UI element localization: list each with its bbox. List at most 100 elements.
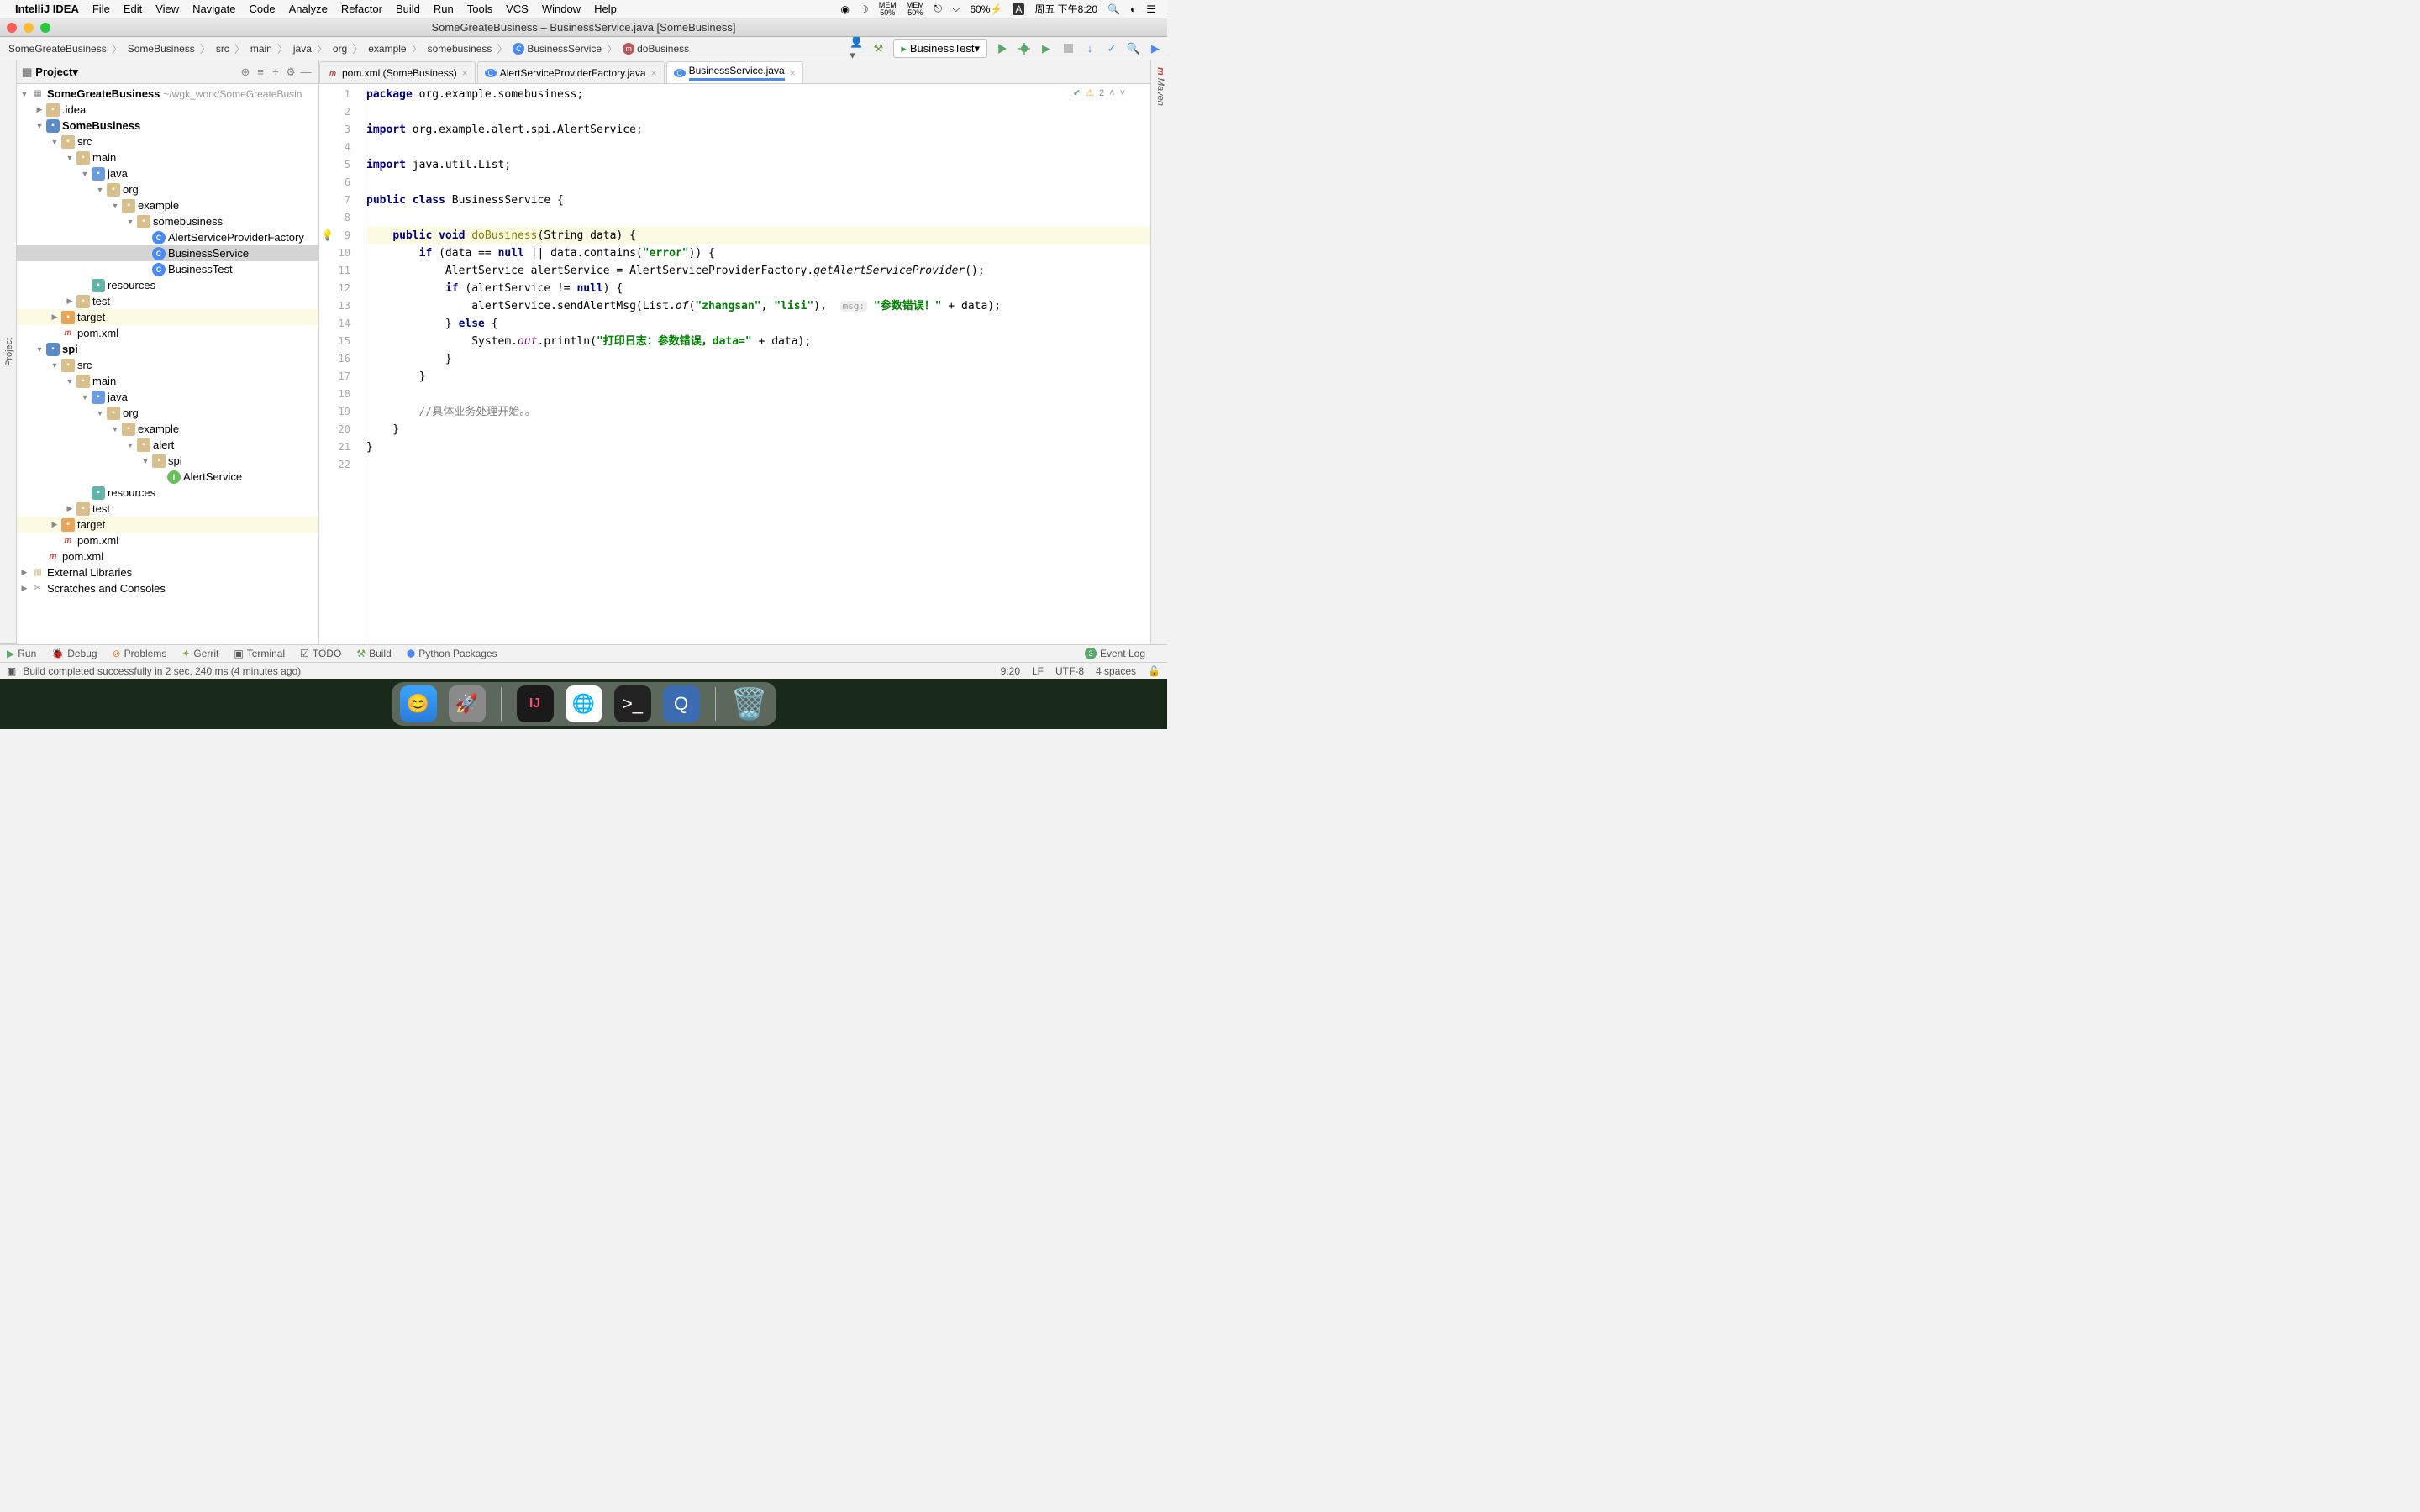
maven-tool-tab[interactable]: m Maven	[1151, 60, 1167, 113]
bluetooth-icon[interactable]: ⎋	[934, 3, 943, 15]
code-editor[interactable]: package org.example.somebusiness; import…	[366, 84, 1150, 644]
terminal-tool-tab[interactable]: ▣Terminal	[234, 648, 285, 659]
crumb-example[interactable]: example	[365, 43, 409, 55]
crumb-root[interactable]: SomeGreateBusiness	[5, 43, 110, 55]
coverage-button[interactable]: ▶	[1039, 42, 1053, 55]
menu-run[interactable]: Run	[434, 3, 454, 15]
tree-root-pom[interactable]: mpom.xml	[17, 549, 318, 564]
mem-indicator-1[interactable]: MEM50%	[879, 2, 897, 17]
intention-bulb-icon[interactable]: 💡	[321, 227, 334, 244]
caret-position[interactable]: 9:20	[1001, 665, 1020, 677]
tree-spi-target[interactable]: ▪target	[17, 517, 318, 533]
crumb-java[interactable]: java	[290, 43, 315, 55]
record-icon[interactable]: ◉	[840, 3, 849, 15]
hide-panel-icon[interactable]: —	[298, 66, 313, 78]
project-panel-title[interactable]: Project ▾	[22, 66, 238, 79]
tree-java[interactable]: ▪java	[17, 165, 318, 181]
editor-gutter[interactable]: 1234 5678 9💡 10111213 14151617 18192021 …	[319, 84, 366, 644]
problems-tool-tab[interactable]: ⊘Problems	[113, 648, 167, 659]
run-tool-tab[interactable]: ▶Run	[7, 648, 36, 659]
close-tab-icon[interactable]: ×	[790, 67, 796, 79]
line-separator[interactable]: LF	[1032, 665, 1044, 677]
tree-external-libraries[interactable]: External Libraries	[17, 564, 318, 580]
tree-idea[interactable]: ▪.idea	[17, 102, 318, 118]
menu-edit[interactable]: Edit	[124, 3, 142, 15]
dock-chrome[interactable]: 🌐	[566, 685, 602, 722]
dock-launchpad[interactable]: 🚀	[449, 685, 486, 722]
gerrit-tool-tab[interactable]: ✦Gerrit	[182, 648, 218, 659]
search-everywhere-icon[interactable]: 🔍	[1127, 42, 1140, 55]
project-tool-tab[interactable]: Project	[3, 60, 16, 644]
dnd-icon[interactable]: ☽	[860, 3, 869, 15]
project-tree[interactable]: SomeGreateBusiness~/wgk_work/SomeGreateB…	[17, 84, 318, 644]
menu-window[interactable]: Window	[542, 3, 581, 15]
tree-pom[interactable]: mpom.xml	[17, 325, 318, 341]
tree-spi-resources[interactable]: ▪resources	[17, 485, 318, 501]
menu-file[interactable]: File	[92, 3, 110, 15]
siri-icon[interactable]: ◐	[1130, 3, 1136, 15]
dock-terminal[interactable]: >_	[614, 685, 651, 722]
readonly-lock-icon[interactable]: 🔓	[1148, 665, 1160, 677]
tree-somebusiness-pkg[interactable]: ▪somebusiness	[17, 213, 318, 229]
editor-inspection-status[interactable]: ✔ ⚠ 2 ˄ ˅	[1073, 87, 1125, 98]
tree-org[interactable]: ▪org	[17, 181, 318, 197]
tree-root[interactable]: SomeGreateBusiness~/wgk_work/SomeGreateB…	[17, 86, 318, 102]
collapse-all-icon[interactable]: ÷	[268, 66, 283, 78]
event-log-tab[interactable]: 3Event Log	[1085, 648, 1145, 659]
crumb-module[interactable]: SomeBusiness	[124, 43, 198, 55]
tree-spi-pkg[interactable]: ▪spi	[17, 453, 318, 469]
tab-pom[interactable]: mpom.xml (SomeBusiness)×	[319, 61, 476, 83]
wifi-icon[interactable]: ⌵	[952, 3, 960, 15]
indent-setting[interactable]: 4 spaces	[1096, 665, 1136, 677]
menu-navigate[interactable]: Navigate	[192, 3, 235, 15]
stop-button[interactable]	[1061, 42, 1075, 55]
file-encoding[interactable]: UTF-8	[1055, 665, 1084, 677]
tree-src[interactable]: ▪src	[17, 134, 318, 150]
tree-spi-main[interactable]: ▪main	[17, 373, 318, 389]
tree-file-factory[interactable]: CAlertServiceProviderFactory	[17, 229, 318, 245]
tree-main[interactable]: ▪main	[17, 150, 318, 165]
menu-build[interactable]: Build	[396, 3, 420, 15]
datetime[interactable]: 周五 下午8:20	[1034, 2, 1097, 16]
tree-spi-src[interactable]: ▪src	[17, 357, 318, 373]
update-project-icon[interactable]: ↓	[1083, 42, 1097, 55]
app-name[interactable]: IntelliJ IDEA	[15, 3, 79, 15]
dock-quicktime[interactable]: Q	[663, 685, 700, 722]
crumb-src[interactable]: src	[213, 43, 233, 55]
close-tab-icon[interactable]: ×	[651, 67, 657, 79]
notification-icon[interactable]: ☰	[1146, 3, 1155, 15]
structure-tool-tab[interactable]: Structure	[0, 60, 3, 644]
menu-vcs[interactable]: VCS	[506, 3, 529, 15]
crumb-class[interactable]: CBusinessService	[509, 43, 605, 55]
tab-factory[interactable]: CAlertServiceProviderFactory.java×	[477, 61, 665, 83]
build-tool-tab[interactable]: ⚒Build	[356, 648, 391, 659]
tree-example[interactable]: ▪example	[17, 197, 318, 213]
dock-finder[interactable]: 😊	[400, 685, 437, 722]
menu-analyze[interactable]: Analyze	[289, 3, 328, 15]
menu-code[interactable]: Code	[249, 3, 275, 15]
debug-button[interactable]	[1018, 42, 1031, 55]
chevron-up-icon[interactable]: ˄	[1109, 88, 1114, 98]
crumb-method[interactable]: mdoBusiness	[619, 43, 692, 55]
crumb-org[interactable]: org	[329, 43, 350, 55]
tree-file-businessservice[interactable]: CBusinessService	[17, 245, 318, 261]
expand-all-icon[interactable]: ≡	[253, 66, 268, 78]
build-hammer-icon[interactable]: ⚒	[871, 42, 885, 55]
panel-settings-icon[interactable]: ⚙	[283, 66, 298, 79]
tree-test[interactable]: ▪test	[17, 293, 318, 309]
tree-spi-org[interactable]: ▪org	[17, 405, 318, 421]
tree-scratches[interactable]: Scratches and Consoles	[17, 580, 318, 596]
python-packages-tab[interactable]: ⬢Python Packages	[407, 648, 497, 659]
add-user-icon[interactable]: 👤▾	[850, 42, 863, 55]
tree-spi-module[interactable]: ▪spi	[17, 341, 318, 357]
mem-indicator-2[interactable]: MEM50%	[907, 2, 924, 17]
tree-target[interactable]: ▪target	[17, 309, 318, 325]
select-opened-file-icon[interactable]: ⊕	[238, 66, 253, 79]
close-tab-icon[interactable]: ×	[462, 67, 468, 79]
tab-businessservice[interactable]: CBusinessService.java×	[666, 61, 803, 83]
menu-tools[interactable]: Tools	[467, 3, 492, 15]
input-source[interactable]: A	[1013, 3, 1024, 15]
tree-file-alertservice[interactable]: IAlertService	[17, 469, 318, 485]
chevron-down-icon[interactable]: ˅	[1120, 88, 1125, 98]
menu-refactor[interactable]: Refactor	[341, 3, 382, 15]
